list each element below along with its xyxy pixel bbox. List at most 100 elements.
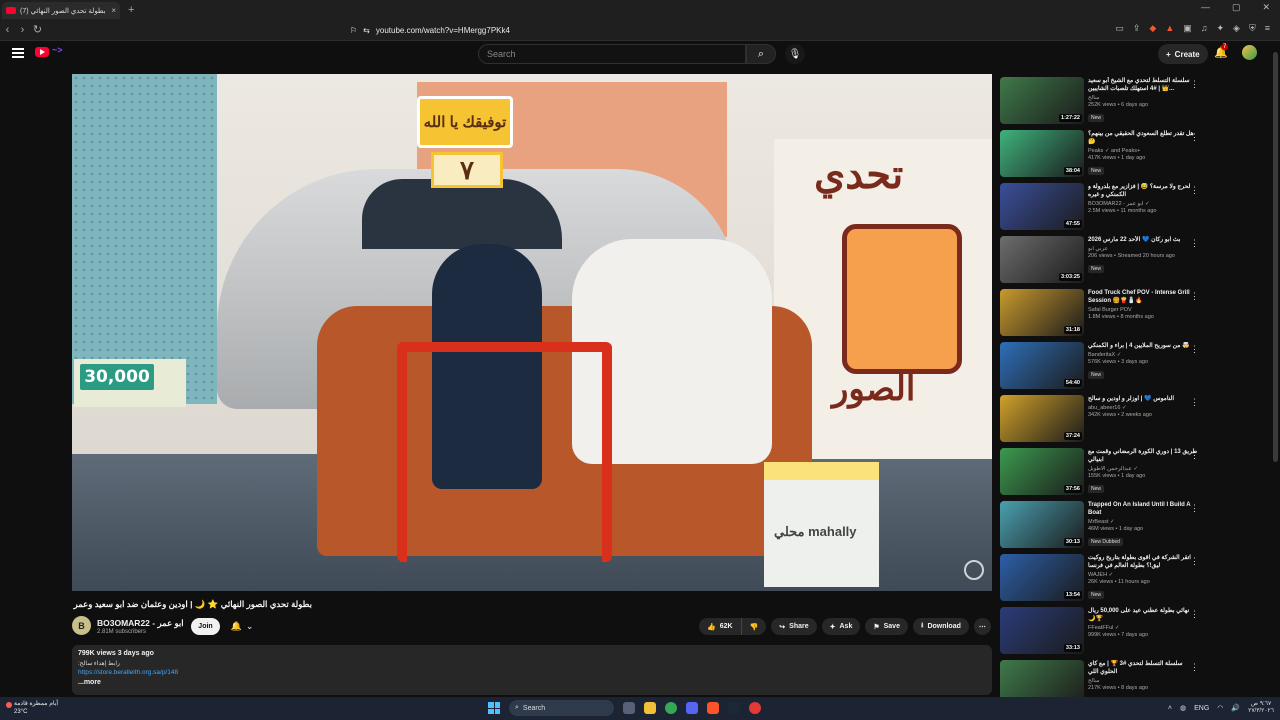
discord-icon[interactable]: [686, 702, 698, 714]
chrome-icon[interactable]: [665, 702, 677, 714]
channel-name[interactable]: BO3OMAR22 - ابو عمر: [97, 618, 184, 629]
tray-app-icon[interactable]: ◍: [1180, 704, 1186, 712]
wifi-icon[interactable]: ◠: [1217, 704, 1223, 712]
dislike-button[interactable]: 👎: [741, 618, 767, 635]
video-thumbnail[interactable]: 13:54: [1000, 554, 1084, 601]
maximize-icon[interactable]: ▢: [1232, 2, 1241, 13]
cast-icon[interactable]: ▭: [1115, 23, 1124, 34]
hamburger-menu-icon[interactable]: [12, 48, 24, 58]
subscribed-notification-button[interactable]: 🔔 ⌄: [226, 618, 258, 635]
related-video-item[interactable]: 3:03:25 بث ابو ركان 💙 الأحد 22 مارس 2026 ع…: [1000, 236, 1205, 289]
more-vertical-icon[interactable]: ⋮: [1190, 238, 1199, 249]
task-view-icon[interactable]: [623, 702, 635, 714]
related-video-item[interactable]: 38:04 هل تقدر تطلع السعودي الحقيقي من بين…: [1000, 130, 1205, 183]
related-video-item[interactable]: 33:13 نهائي بطولة عطني عيد على 50,000 ريا…: [1000, 607, 1205, 660]
more-actions-button[interactable]: ⋯: [973, 618, 991, 635]
volume-icon[interactable]: 🔊: [1231, 704, 1240, 712]
video-thumbnail[interactable]: 31:18: [1000, 289, 1084, 336]
show-more-button[interactable]: ...more: [78, 679, 986, 686]
video-thumbnail[interactable]: [1000, 660, 1084, 697]
weather-widget[interactable]: أيام ممطرة قادمة 23°C: [14, 700, 58, 716]
windows-start-icon[interactable]: [488, 702, 500, 714]
address-bar[interactable]: ⚐ ⇆ youtube.com/watch?v=HMergg7PKk4: [350, 21, 910, 39]
more-vertical-icon[interactable]: ⋮: [1190, 609, 1199, 620]
sidebar-toggle-icon[interactable]: ▣: [1183, 23, 1192, 34]
more-vertical-icon[interactable]: ⋮: [1190, 291, 1199, 302]
account-avatar[interactable]: [1242, 45, 1257, 60]
more-vertical-icon[interactable]: ⋮: [1190, 450, 1199, 461]
video-thumbnail[interactable]: 37:56: [1000, 448, 1084, 495]
forward-arrow-icon[interactable]: ›: [15, 24, 30, 36]
language-indicator[interactable]: ENG: [1194, 705, 1209, 712]
new-tab-button[interactable]: +: [128, 4, 134, 16]
more-vertical-icon[interactable]: ⋮: [1190, 397, 1199, 408]
brave-shields-icon[interactable]: ◆: [1149, 23, 1156, 34]
browser-menu-icon[interactable]: ≡: [1265, 23, 1270, 34]
video-player[interactable]: 30,000 تحدي الصور توفيقك يا الله ٧ محلي …: [72, 74, 992, 591]
minimize-icon[interactable]: —: [1201, 2, 1210, 13]
save-button[interactable]: ⚑ Save: [865, 618, 908, 635]
join-button[interactable]: Join: [191, 618, 220, 635]
video-thumbnail[interactable]: 3:03:25: [1000, 236, 1084, 283]
search-input[interactable]: Search: [478, 44, 746, 64]
doodle-logo-icon[interactable]: ~>: [52, 45, 82, 59]
more-vertical-icon[interactable]: ⋮: [1190, 556, 1199, 567]
video-thumbnail[interactable]: 30:13: [1000, 501, 1084, 548]
more-vertical-icon[interactable]: ⋮: [1190, 662, 1199, 673]
browser-tab[interactable]: (7) بطولة تحدي الصور النهائي ×: [2, 2, 120, 19]
more-vertical-icon[interactable]: ⋮: [1190, 79, 1199, 90]
search-button[interactable]: ⌕: [746, 44, 776, 64]
share-page-icon[interactable]: ⇪: [1133, 23, 1141, 34]
share-button[interactable]: ↪ Share: [771, 618, 817, 635]
more-vertical-icon[interactable]: ⋮: [1190, 344, 1199, 355]
weather-icon[interactable]: [6, 702, 12, 708]
page-scrollbar[interactable]: [1273, 52, 1278, 462]
create-button[interactable]: + Create: [1158, 44, 1208, 64]
extensions-icon[interactable]: ✦: [1217, 23, 1225, 34]
related-video-item[interactable]: 30:13 Trapped On An Island Until I Build …: [1000, 501, 1205, 554]
voice-search-button[interactable]: 🎙: [785, 44, 805, 64]
app-icon[interactable]: [749, 702, 761, 714]
channel-avatar[interactable]: B: [72, 616, 91, 635]
more-vertical-icon[interactable]: ⋮: [1190, 185, 1199, 196]
video-thumbnail[interactable]: 37:24: [1000, 395, 1084, 442]
close-window-icon[interactable]: ✕: [1262, 2, 1270, 13]
more-vertical-icon[interactable]: ⋮: [1190, 132, 1199, 143]
related-video-item[interactable]: سلسلة التسلط لتحدي #3 🏆 | مع كاي الحلوي …: [1000, 660, 1205, 697]
back-arrow-icon[interactable]: ‹: [0, 24, 15, 36]
site-info-icon[interactable]: ⇆: [363, 26, 370, 35]
tray-chevron-icon[interactable]: ˄: [1168, 705, 1172, 712]
related-video-item[interactable]: 54:40 من سوريح الملايين 4 | براء و الكمنك…: [1000, 342, 1205, 395]
description-link[interactable]: https://store.beralleith.org.sa/p/148: [78, 669, 986, 676]
taskbar-search[interactable]: ⌕ Search: [509, 700, 614, 716]
description-box[interactable]: 799K views 3 days ago رابط إهداء سالح: h…: [72, 645, 992, 695]
vpn-icon[interactable]: ⛨: [1249, 23, 1256, 34]
channel-watermark-icon[interactable]: [964, 560, 984, 580]
related-video-item[interactable]: 31:18 Food Truck Chef POV - Intense Grill…: [1000, 289, 1205, 342]
wallet-icon[interactable]: ◈: [1233, 23, 1240, 34]
video-thumbnail[interactable]: 38:04: [1000, 130, 1084, 177]
download-button[interactable]: ⭳ Download: [912, 618, 969, 635]
youtube-logo-icon[interactable]: [35, 47, 49, 57]
ask-button[interactable]: ✦ Ask: [821, 618, 861, 635]
media-icon[interactable]: ♫: [1201, 23, 1208, 34]
more-vertical-icon[interactable]: ⋮: [1190, 503, 1199, 514]
url-text[interactable]: youtube.com/watch?v=HMergg7PKk4: [376, 26, 510, 35]
video-thumbnail[interactable]: 33:13: [1000, 607, 1084, 654]
bookmark-icon[interactable]: ⚐: [350, 26, 357, 35]
related-video-item[interactable]: 13:54 اتقر الشركة في اقوى بطولة بتاريخ رو…: [1000, 554, 1205, 607]
brave-rewards-icon[interactable]: ▲: [1165, 23, 1174, 34]
clock[interactable]: ٩:٦٧ ص ٢٧/٣/٢٠٢٦: [1248, 701, 1274, 715]
brave-icon[interactable]: [707, 702, 719, 714]
like-button[interactable]: 👍 62K: [699, 618, 742, 635]
reload-icon[interactable]: ↻: [30, 23, 45, 36]
steam-icon[interactable]: [728, 702, 740, 714]
related-video-item[interactable]: 37:56 طريق 13 | دوري الكورة الرمضاني وقمت…: [1000, 448, 1205, 501]
related-video-item[interactable]: 47:55 لحرج ولا مرسة؟ 😅 | فزازير مع بلدرول…: [1000, 183, 1205, 236]
tab-close-icon[interactable]: ×: [111, 6, 116, 15]
file-explorer-icon[interactable]: [644, 702, 656, 714]
video-thumbnail[interactable]: 47:55: [1000, 183, 1084, 230]
video-thumbnail[interactable]: 54:40: [1000, 342, 1084, 389]
related-video-item[interactable]: 1:27:22 سلسلة التسلط لتحدي مع الشيخ أبو س…: [1000, 77, 1205, 130]
related-video-item[interactable]: 37:24 الناموس 💙 | اوزلر و اودين و سالح abu…: [1000, 395, 1205, 448]
